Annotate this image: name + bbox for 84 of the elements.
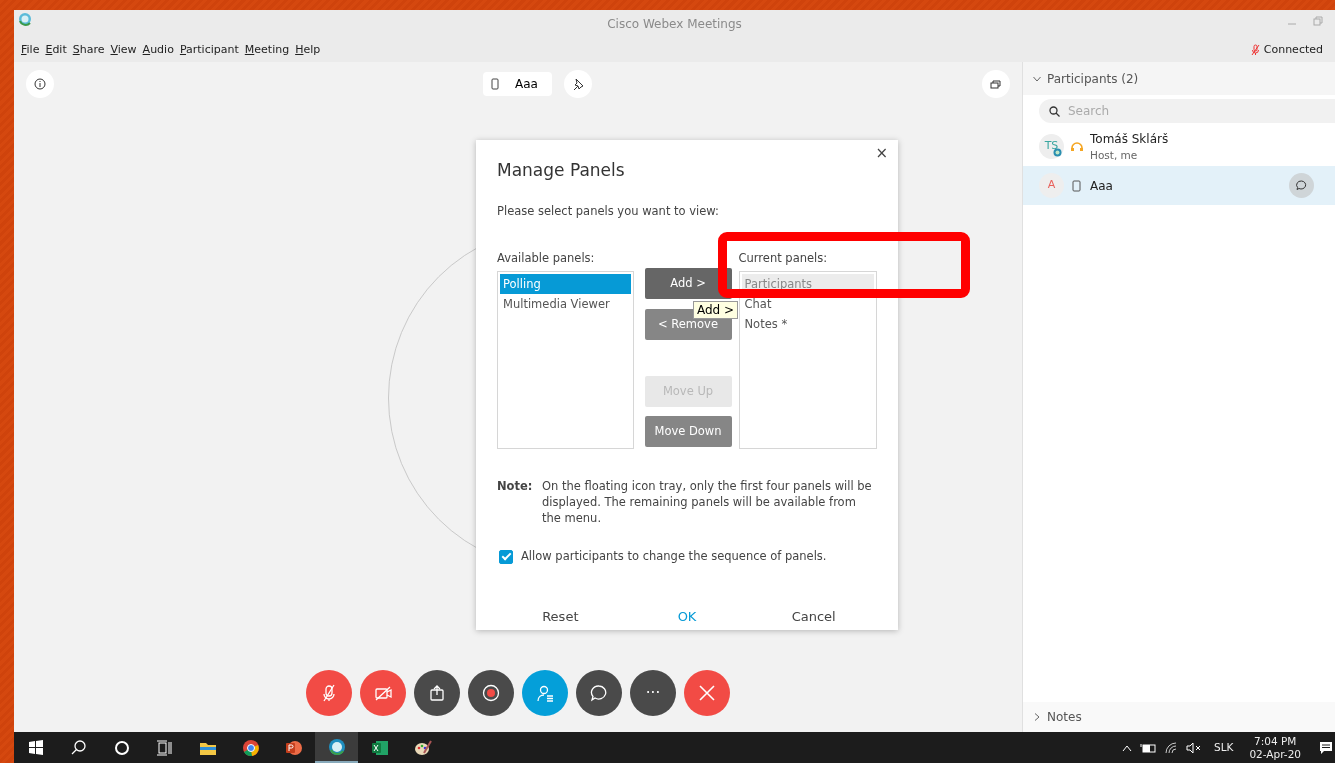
search-icon bbox=[69, 738, 88, 757]
dialog-button[interactable]: Cancel bbox=[785, 605, 842, 629]
participant-role: Host, me bbox=[1090, 147, 1139, 163]
search-field[interactable]: Search bbox=[1039, 99, 1335, 123]
webex-badge-icon bbox=[1053, 148, 1062, 157]
list-item[interactable]: Chat bbox=[741, 293, 874, 314]
share-button[interactable] bbox=[414, 670, 460, 716]
chevron-up-icon[interactable] bbox=[1122, 743, 1133, 752]
panel-button[interactable]: Move Down bbox=[644, 415, 732, 447]
tooltip: Add > bbox=[693, 301, 739, 319]
person-list-icon bbox=[536, 684, 554, 702]
record-icon bbox=[482, 684, 500, 702]
palette-icon bbox=[413, 738, 432, 757]
device-chip[interactable]: Aaa bbox=[483, 72, 552, 96]
avatar: A bbox=[1039, 173, 1064, 198]
spreadsheet-app-icon bbox=[370, 738, 389, 757]
windows-logo-icon bbox=[26, 738, 45, 757]
chat-button[interactable] bbox=[1289, 173, 1314, 198]
list-item[interactable]: Multimedia Viewer bbox=[500, 293, 631, 314]
notification-icon[interactable] bbox=[1319, 740, 1333, 755]
menu-item[interactable]: View bbox=[107, 41, 140, 59]
current-panels-label: Current panels: bbox=[738, 249, 829, 267]
avatar: TS bbox=[1039, 134, 1064, 159]
clock-time[interactable]: 7:04 PM bbox=[1254, 734, 1297, 748]
note-label: Note: bbox=[497, 477, 534, 495]
participant-name: Tomáš Sklárš bbox=[1090, 130, 1169, 147]
headset-icon bbox=[1070, 141, 1084, 152]
close-icon bbox=[698, 684, 716, 702]
participant-row[interactable]: TS Tomáš Sklárš Host, me bbox=[1023, 127, 1335, 166]
menu-item[interactable]: Help bbox=[292, 41, 324, 59]
webex-logo-icon bbox=[18, 12, 32, 26]
participants-header[interactable]: Participants (2) bbox=[1023, 62, 1335, 95]
close-button[interactable]: × bbox=[873, 142, 890, 165]
dialog-button[interactable]: Reset bbox=[536, 605, 585, 629]
clock-date[interactable]: 02-Apr-20 bbox=[1249, 747, 1301, 761]
menu-item[interactable]: Participant bbox=[176, 41, 242, 59]
connection-status: Connected bbox=[1263, 41, 1323, 58]
participant-name: Aaa bbox=[1090, 177, 1113, 194]
info-button[interactable] bbox=[26, 70, 54, 98]
checkbox-label: Allow participants to change the sequence of panels. bbox=[521, 547, 827, 565]
browser-icon bbox=[241, 738, 260, 757]
pin-icon bbox=[571, 78, 584, 90]
record-button[interactable] bbox=[468, 670, 514, 716]
phone-icon bbox=[491, 78, 499, 90]
taskbar-button[interactable] bbox=[315, 732, 358, 763]
leave-button[interactable] bbox=[684, 670, 730, 716]
chat-button[interactable] bbox=[576, 670, 622, 716]
share-icon bbox=[428, 684, 446, 702]
presentation-app-icon bbox=[284, 738, 303, 757]
window-title: Cisco Webex Meetings bbox=[607, 16, 742, 33]
input-language[interactable]: SLK bbox=[1214, 741, 1234, 754]
info-icon bbox=[34, 78, 46, 90]
pin-button[interactable] bbox=[563, 70, 592, 98]
wifi-icon[interactable] bbox=[1164, 741, 1179, 754]
menu-item[interactable]: Audio bbox=[139, 41, 177, 59]
muted-microphone-icon bbox=[1250, 44, 1260, 56]
menu-item[interactable]: Meeting bbox=[241, 41, 293, 59]
more-button[interactable]: ··· bbox=[630, 670, 676, 716]
phone-icon bbox=[1070, 179, 1084, 192]
notes-header[interactable]: Notes bbox=[1023, 702, 1335, 732]
video-button[interactable] bbox=[360, 670, 406, 716]
note-text: On the floating icon tray, only the first four panels will be displayed. The remaining panels will be available from the menu. bbox=[542, 477, 873, 526]
battery-icon[interactable] bbox=[1140, 742, 1157, 753]
camera-off-icon bbox=[374, 684, 392, 702]
muted-microphone-icon bbox=[320, 684, 338, 702]
webex-app-icon bbox=[327, 737, 346, 756]
checkbox[interactable] bbox=[499, 549, 513, 564]
dialog-title: Manage Panels bbox=[497, 160, 626, 181]
mute-button[interactable] bbox=[306, 670, 352, 716]
layout-icon bbox=[990, 79, 1002, 89]
participant-row[interactable]: A Aaa bbox=[1023, 166, 1335, 205]
menu-item[interactable]: File bbox=[18, 41, 43, 59]
chat-icon bbox=[1296, 180, 1307, 191]
circle-icon bbox=[112, 738, 131, 757]
menu-item[interactable]: Share bbox=[69, 41, 108, 59]
layout-button[interactable] bbox=[982, 70, 1010, 98]
instruction-text: Please select panels you want to view: bbox=[497, 203, 720, 221]
list-item[interactable]: Notes * bbox=[741, 313, 874, 334]
muted-speaker-icon[interactable] bbox=[1186, 741, 1203, 754]
chat-icon bbox=[590, 684, 608, 702]
menu-item[interactable]: Edit bbox=[42, 41, 70, 59]
available-panels-label: Available panels: bbox=[497, 249, 596, 267]
participants-button[interactable] bbox=[522, 670, 568, 716]
task-view-icon bbox=[155, 738, 174, 757]
